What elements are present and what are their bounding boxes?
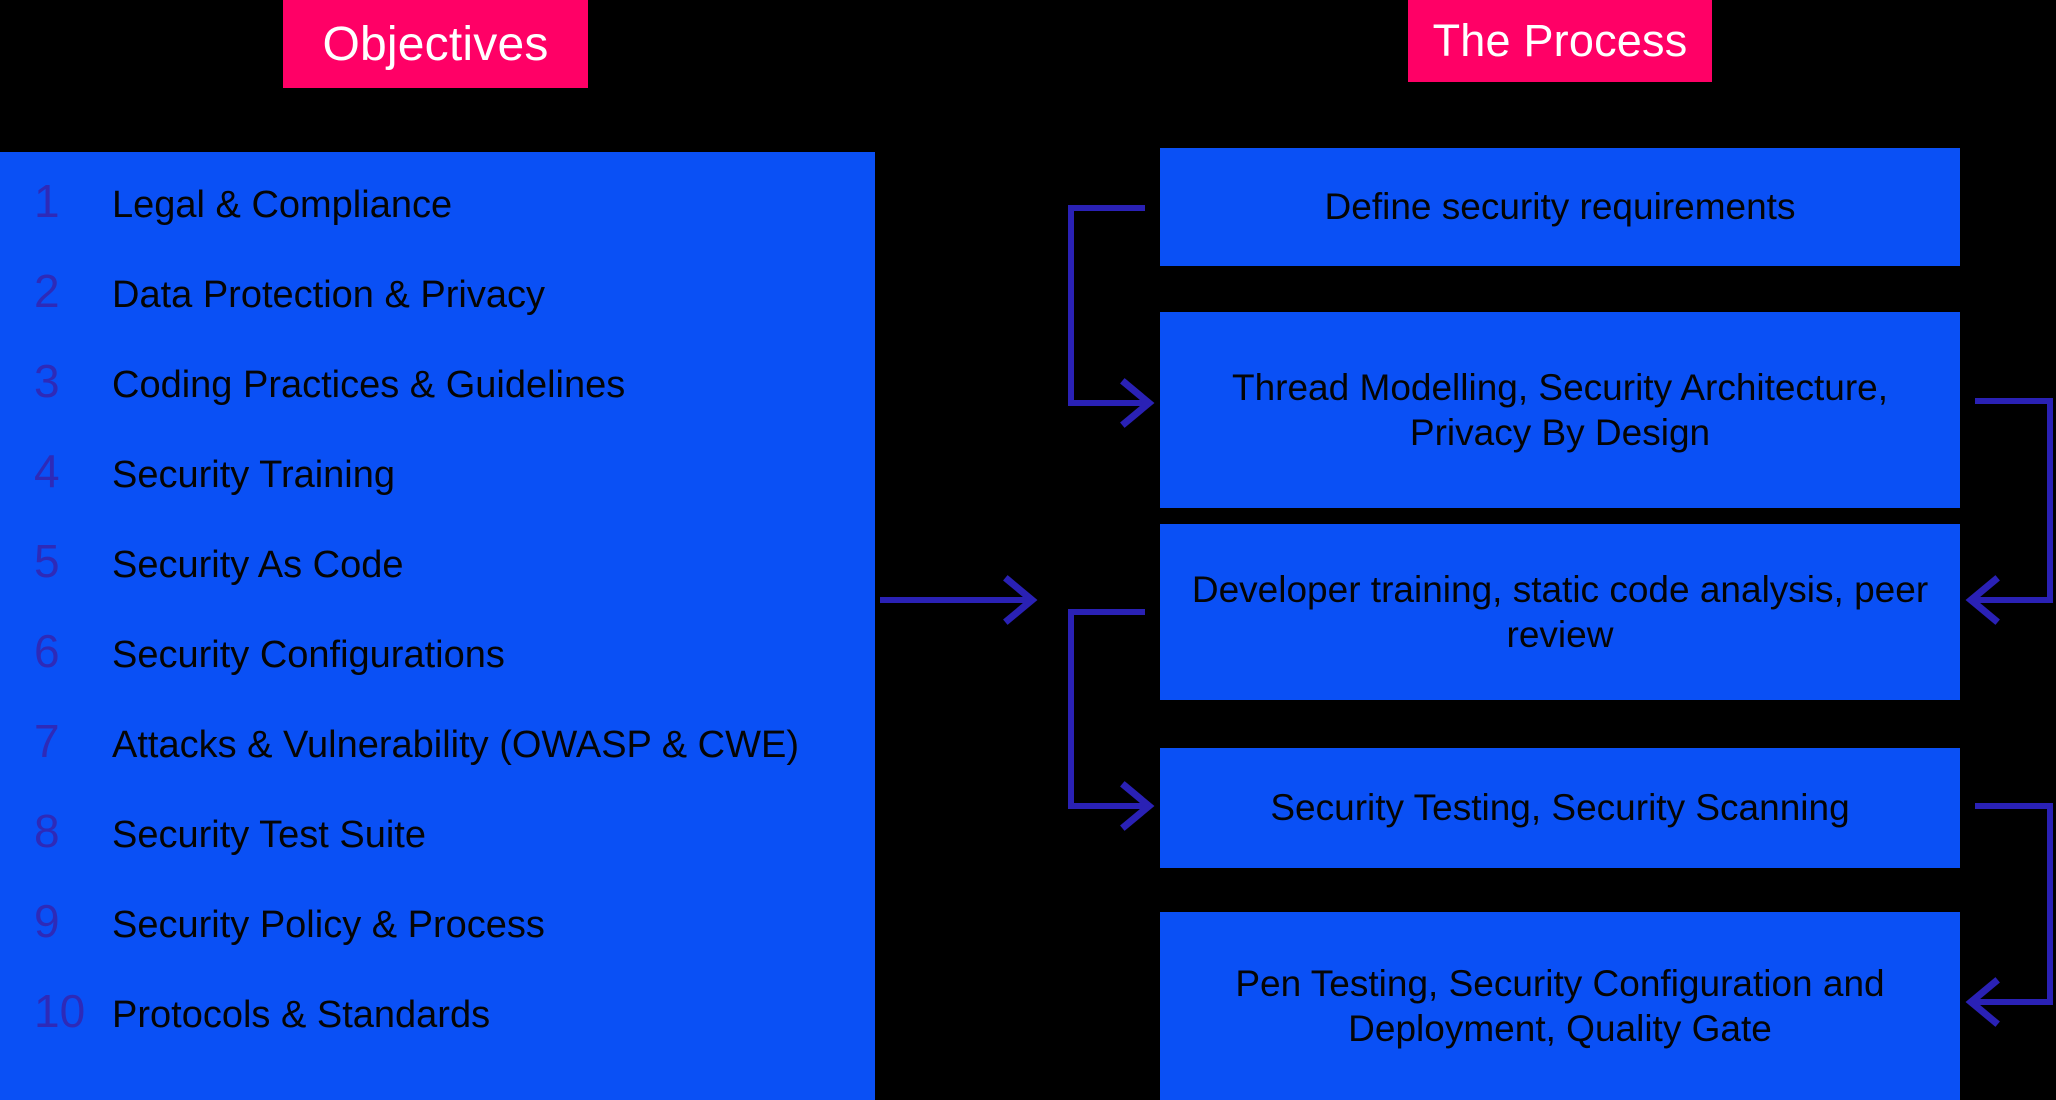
list-item: 4 Security Training	[0, 448, 875, 538]
objective-label: Security Configurations	[112, 634, 505, 676]
list-item: 7 Attacks & Vulnerability (OWASP & CWE)	[0, 718, 875, 808]
list-item: 8 Security Test Suite	[0, 808, 875, 898]
process-step-box: Thread Modelling, Security Architecture,…	[1160, 312, 1960, 508]
objective-number: 4	[34, 445, 60, 497]
objective-number: 10	[34, 985, 86, 1037]
objective-label: Data Protection & Privacy	[112, 274, 545, 316]
objective-number: 9	[34, 895, 60, 947]
objective-number: 7	[34, 715, 60, 767]
objective-label: Security Test Suite	[112, 814, 427, 856]
objective-number: 1	[34, 175, 60, 227]
objective-number: 2	[34, 265, 60, 317]
objective-number: 5	[34, 535, 60, 587]
process-step-box: Developer training, static code analysis…	[1160, 524, 1960, 700]
process-step-box: Security Testing, Security Scanning	[1160, 748, 1960, 868]
objective-label: Attacks & Vulnerability (OWASP & CWE)	[112, 724, 799, 766]
list-item: 5 Security As Code	[0, 538, 875, 628]
objective-label: Legal & Compliance	[112, 184, 453, 226]
objective-label: Protocols & Standards	[112, 994, 491, 1036]
objectives-panel: 1 Legal & Compliance 2 Data Protection &…	[0, 152, 875, 1100]
list-item: 3 Coding Practices & Guidelines	[0, 358, 875, 448]
arrow-bracket-right-bottom	[1965, 803, 2053, 1027]
process-section-badge: The Process	[1408, 0, 1712, 82]
process-step-box: Define security requirements	[1160, 148, 1960, 266]
list-item: 10 Protocols & Standards	[0, 988, 875, 1078]
arrow-bracket-right-top	[1965, 398, 2053, 625]
arrow-bracket-left-top	[1068, 205, 1155, 428]
objective-label: Security As Code	[112, 544, 404, 586]
diagram-canvas: Objectives The Process 1 Legal & Complia…	[0, 0, 2056, 1100]
list-item: 2 Data Protection & Privacy	[0, 268, 875, 358]
list-item: 1 Legal & Compliance	[0, 178, 875, 268]
objective-number: 6	[34, 625, 60, 677]
objectives-section-badge: Objectives	[283, 0, 588, 88]
objective-number: 8	[34, 805, 60, 857]
objective-label: Security Policy & Process	[112, 904, 545, 946]
arrow-objectives-to-process	[880, 575, 1038, 625]
process-step-box: Pen Testing, Security Configuration and …	[1160, 912, 1960, 1100]
objective-label: Coding Practices & Guidelines	[112, 364, 626, 406]
list-item: 6 Security Configurations	[0, 628, 875, 718]
objective-label: Security Training	[112, 454, 396, 496]
list-item: 9 Security Policy & Process	[0, 898, 875, 988]
objective-number: 3	[34, 355, 60, 407]
arrow-bracket-left-bottom	[1068, 609, 1155, 831]
